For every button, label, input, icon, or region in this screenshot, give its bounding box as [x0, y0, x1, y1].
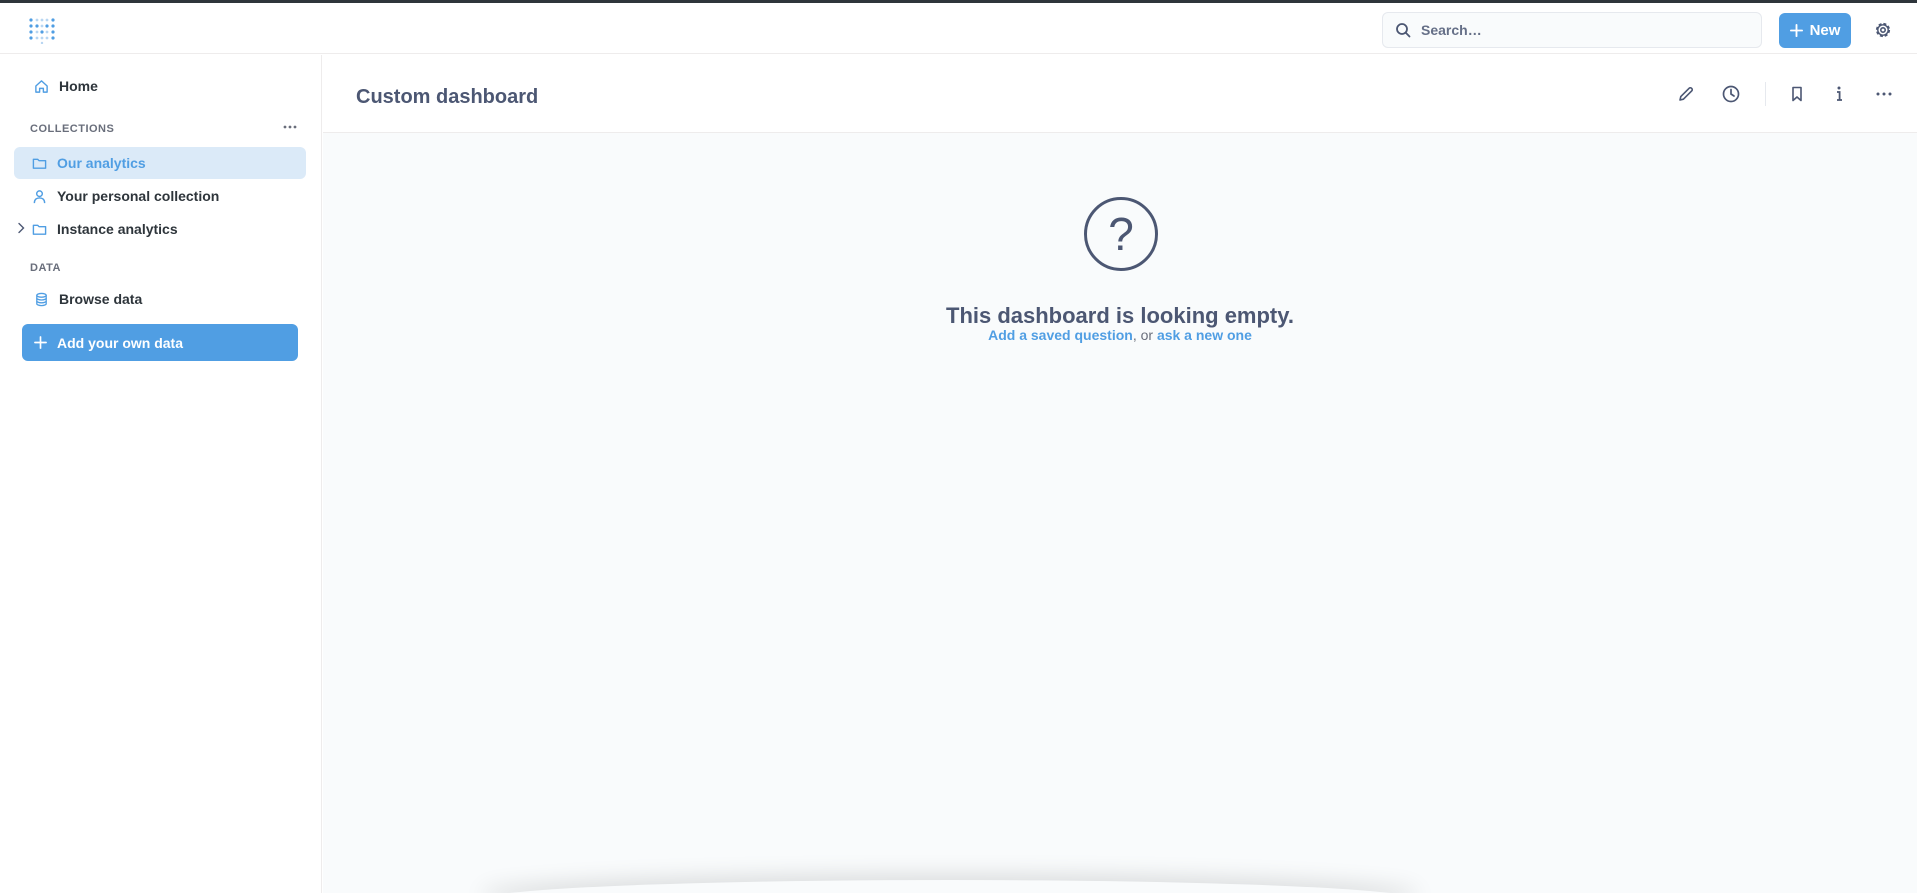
sidebar-item-label: Your personal collection: [57, 188, 220, 204]
info-icon[interactable]: [1829, 84, 1849, 104]
data-heading: DATA: [30, 262, 61, 274]
sidebar-item-home[interactable]: Home: [34, 70, 98, 102]
new-button[interactable]: New: [1779, 13, 1851, 48]
more-options-icon[interactable]: [1874, 84, 1894, 104]
dashboard-header: Custom dashboard: [323, 55, 1917, 133]
gear-icon[interactable]: [1873, 20, 1893, 40]
svg-text:?: ?: [1108, 208, 1134, 260]
new-button-label: New: [1809, 22, 1841, 39]
empty-state-subtitle: Add a saved question, or ask a new one: [323, 327, 1917, 343]
folder-icon: [32, 158, 47, 169]
sidebar-item-personal-collection[interactable]: Your personal collection: [32, 180, 219, 212]
sidebar: Home COLLECTIONS Our analytics Your pers…: [0, 55, 322, 893]
sidebar-item-label: Our analytics: [57, 155, 146, 171]
search-icon: [1396, 23, 1411, 38]
plus-icon: [34, 336, 47, 349]
sidebar-item-label: Instance analytics: [57, 221, 178, 237]
ask-new-question-link[interactable]: ask a new one: [1157, 327, 1252, 343]
empty-state-title: This dashboard is looking empty.: [946, 303, 1294, 328]
search-input[interactable]: [1421, 22, 1721, 38]
sidebar-item-browse-data[interactable]: Browse data: [34, 283, 142, 315]
home-icon: [35, 79, 48, 93]
add-saved-question-link[interactable]: Add a saved question: [988, 327, 1133, 343]
sidebar-item-label: Browse data: [59, 291, 143, 307]
header-divider: [1765, 82, 1766, 106]
search-box[interactable]: [1382, 12, 1762, 48]
plus-icon: [1789, 24, 1803, 37]
folder-icon: [32, 224, 47, 235]
empty-state-separator: , or: [1132, 327, 1157, 343]
sidebar-item-our-analytics[interactable]: Our analytics: [14, 147, 306, 179]
dashboard-canvas: ? This dashboard is looking empty. Add a…: [323, 133, 1917, 893]
clock-icon[interactable]: [1721, 84, 1741, 104]
metabase-logo-icon[interactable]: [28, 16, 56, 44]
add-data-label: Add your own data: [57, 334, 183, 351]
add-your-own-data-button[interactable]: Add your own data: [22, 324, 298, 361]
dashboard-title[interactable]: Custom dashboard: [356, 86, 538, 109]
question-mark-icon: ?: [1084, 197, 1158, 271]
pencil-icon[interactable]: [1676, 84, 1696, 104]
top-nav-bar: New: [0, 3, 1917, 54]
person-icon: [33, 189, 46, 203]
sidebar-item-instance-analytics[interactable]: Instance analytics: [32, 213, 178, 245]
database-icon: [36, 292, 47, 306]
more-options-icon[interactable]: [283, 122, 297, 132]
chevron-right-icon[interactable]: [16, 222, 26, 234]
collections-heading: COLLECTIONS: [30, 123, 115, 135]
sidebar-item-label: Home: [59, 78, 98, 94]
bookmark-icon[interactable]: [1787, 84, 1807, 104]
